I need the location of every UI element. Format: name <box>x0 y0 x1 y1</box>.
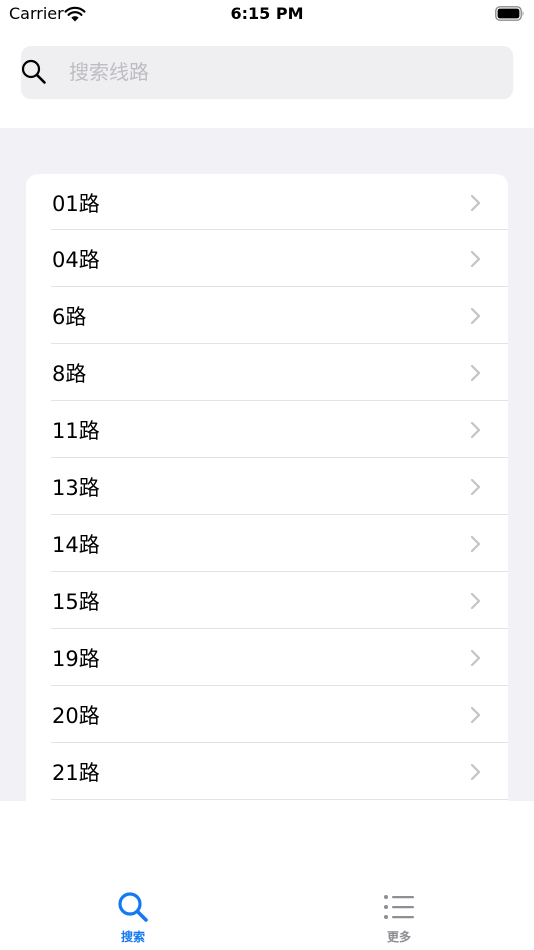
tab-more[interactable]: 更多 <box>369 891 429 945</box>
route-row[interactable]: 15路 <box>26 572 508 629</box>
status-time: 6:15 PM <box>230 4 304 23</box>
route-label: 20路 <box>52 704 100 728</box>
route-label: 8路 <box>52 362 87 386</box>
route-row[interactable]: 04路 <box>26 230 508 287</box>
route-label: 21路 <box>52 761 100 785</box>
route-label: 6路 <box>52 305 87 329</box>
chevron-right-icon <box>470 307 482 329</box>
route-row[interactable]: 19路 <box>26 629 508 686</box>
route-row[interactable]: 14路 <box>26 515 508 572</box>
route-row[interactable]: 8路 <box>26 344 508 401</box>
route-row[interactable]: 6路 <box>26 287 508 344</box>
route-row[interactable]: 13路 <box>26 458 508 515</box>
tab-search-label: 搜索 <box>120 930 145 944</box>
tab-bar: 搜索 更多 <box>0 801 534 950</box>
route-label: 04路 <box>52 248 100 272</box>
app-screen: Carrier 6:15 PM 搜索线路 01路 04路 6路 8路 11路 1… <box>0 0 534 950</box>
chevron-right-icon <box>470 364 482 386</box>
list-icon <box>383 895 415 927</box>
chevron-right-icon <box>470 194 482 216</box>
chevron-right-icon <box>470 763 482 785</box>
chevron-right-icon <box>470 649 482 671</box>
tab-search[interactable]: 搜索 <box>103 891 163 945</box>
chevron-right-icon <box>470 592 482 614</box>
route-list-area: 01路 04路 6路 8路 11路 13路 14路 15路 19路 20路 21路 <box>0 128 534 801</box>
status-bar: Carrier 6:15 PM <box>0 0 534 30</box>
route-label: 19路 <box>52 647 100 671</box>
battery-icon <box>495 6 525 25</box>
route-row[interactable]: 11路 <box>26 401 508 458</box>
chevron-right-icon <box>470 250 482 272</box>
chevron-right-icon <box>470 706 482 728</box>
route-label: 14路 <box>52 533 100 557</box>
route-label: 13路 <box>52 476 100 500</box>
tab-more-label: 更多 <box>386 930 411 944</box>
search-icon <box>21 59 47 89</box>
search-field[interactable] <box>21 46 513 98</box>
route-label: 15路 <box>52 590 100 614</box>
chevron-right-icon <box>470 478 482 500</box>
route-row[interactable]: 21路 <box>26 743 508 800</box>
chevron-right-icon <box>470 421 482 443</box>
route-list: 01路 04路 6路 8路 11路 13路 14路 15路 19路 20路 21路 <box>26 174 508 801</box>
row-separator <box>51 799 508 800</box>
route-row[interactable]: 01路 <box>26 174 508 230</box>
search-input[interactable] <box>69 46 499 98</box>
route-row[interactable]: 20路 <box>26 686 508 743</box>
search-icon <box>117 892 149 927</box>
route-label: 11路 <box>52 419 100 443</box>
chevron-right-icon <box>470 535 482 557</box>
search-area <box>0 30 534 128</box>
route-label: 01路 <box>52 192 100 216</box>
